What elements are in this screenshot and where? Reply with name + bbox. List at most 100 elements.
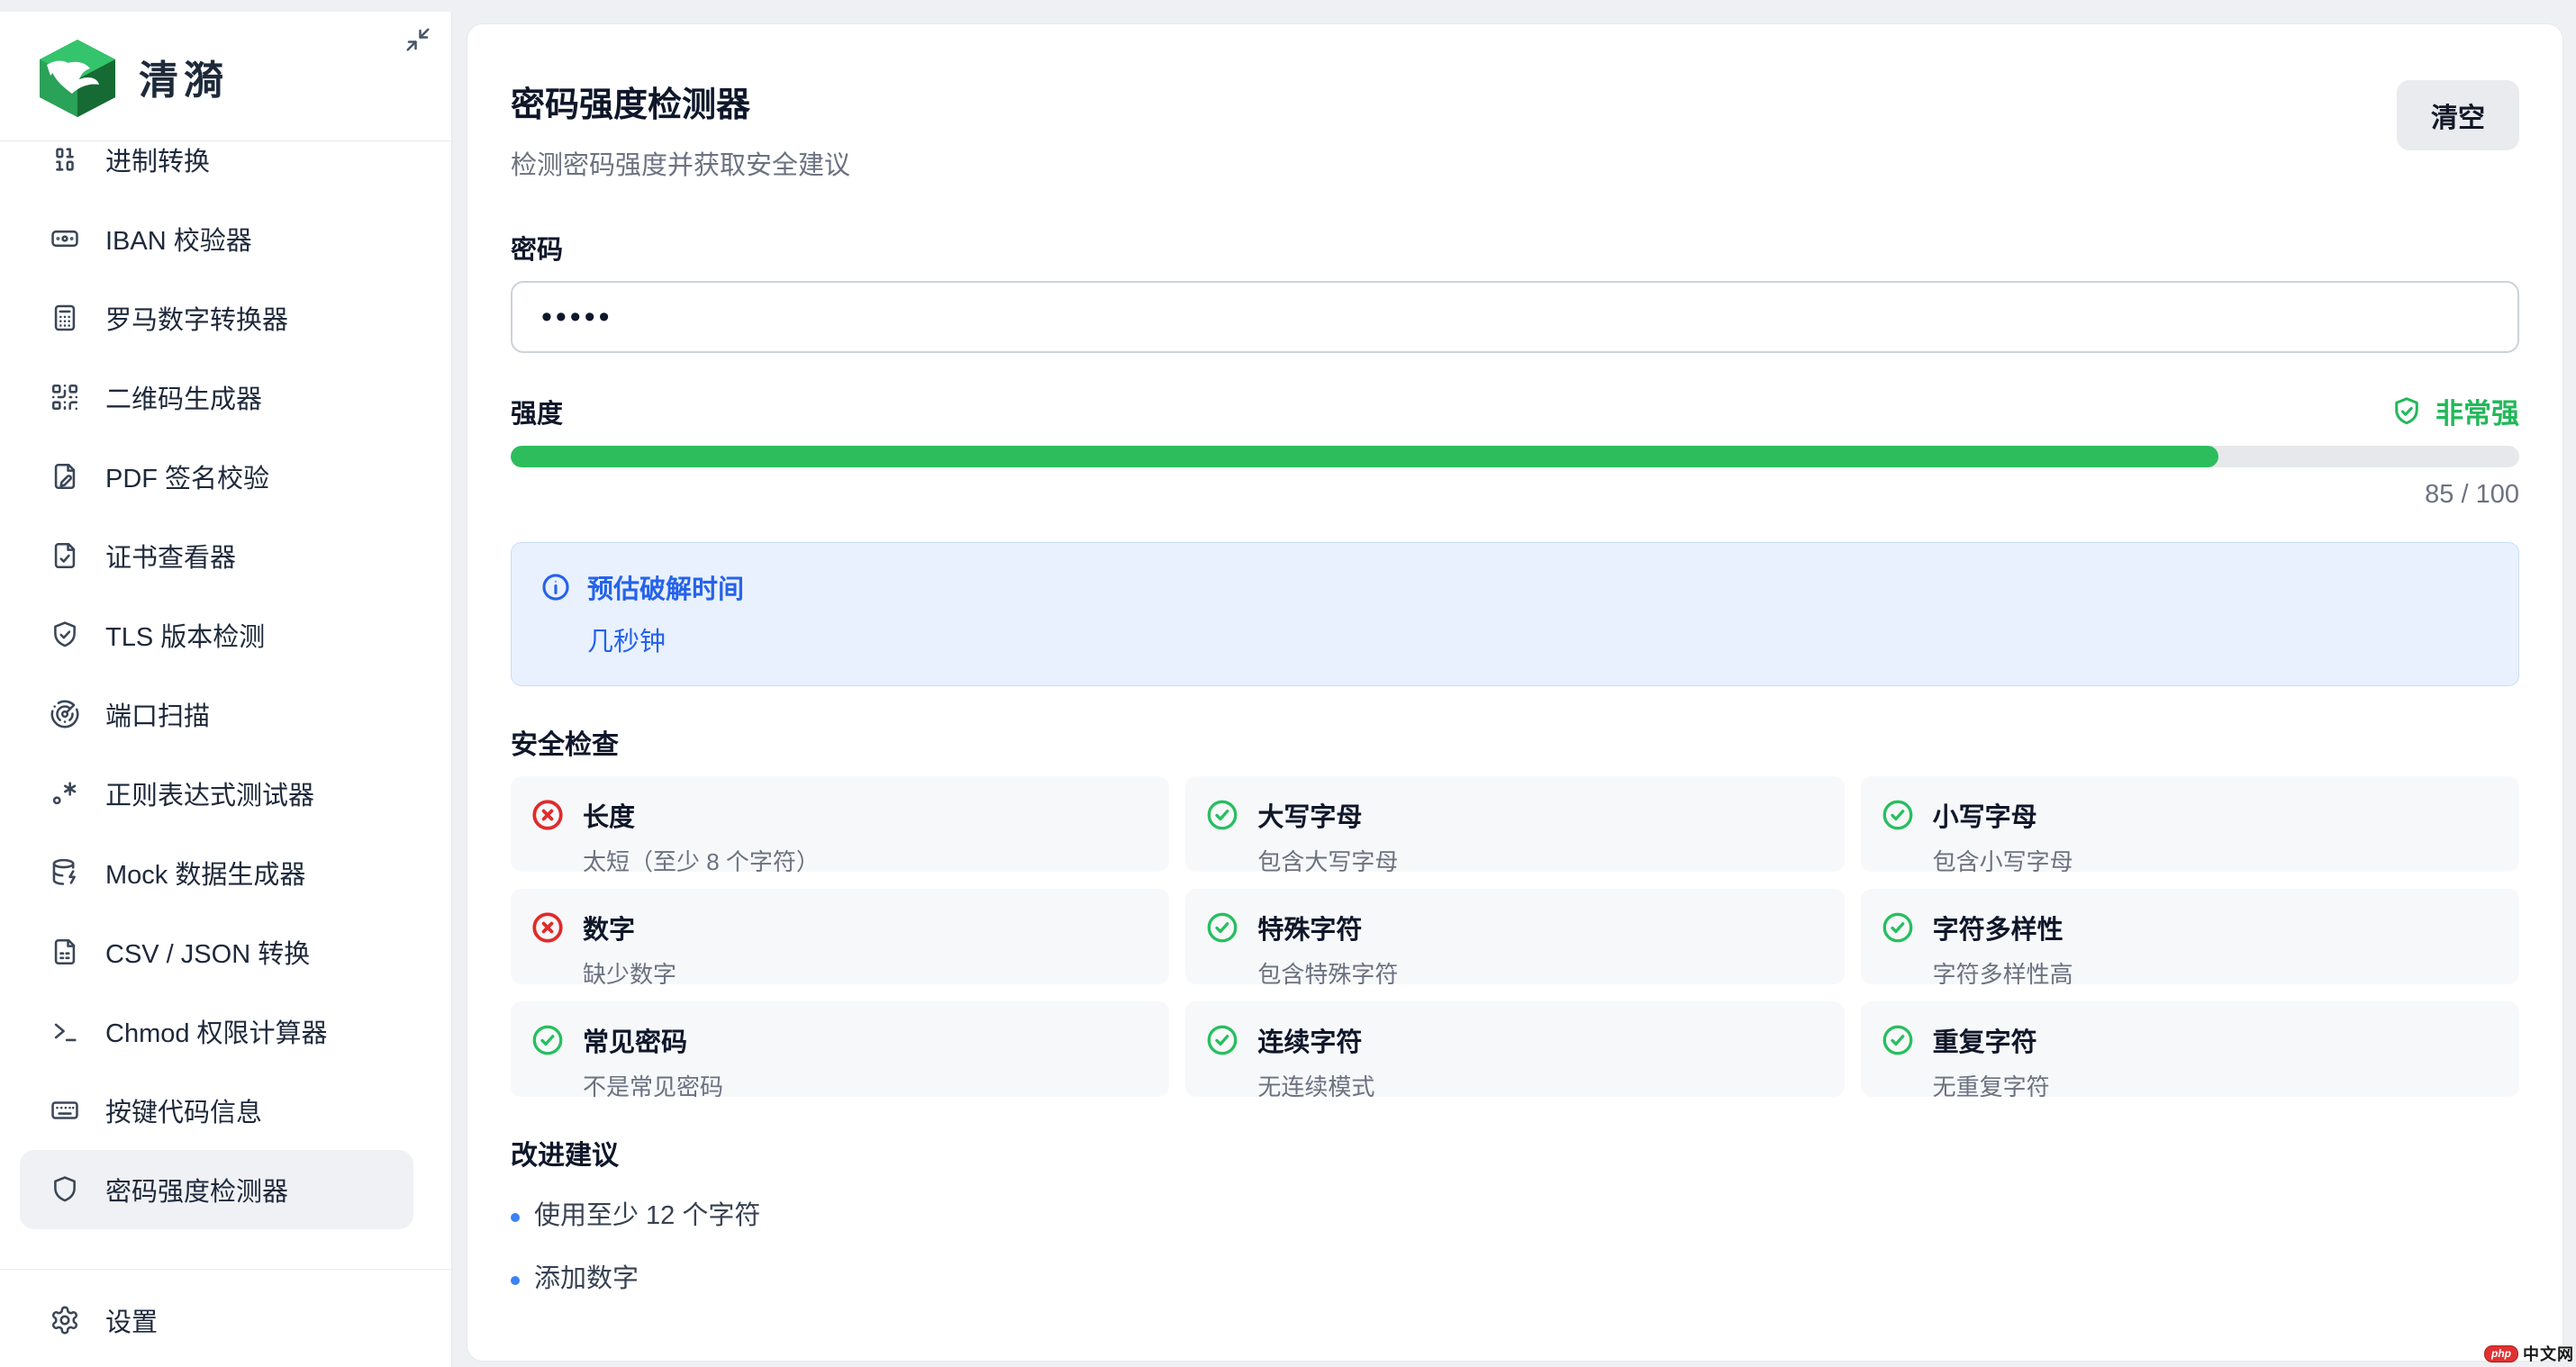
sidebar-item-settings[interactable]: 设置 (20, 1281, 413, 1360)
sidebar-item-label: 密码强度检测器 (105, 1171, 288, 1209)
crack-time-title: 预估破解时间 (587, 568, 744, 606)
check-desc: 无重复字符 (1933, 1069, 2050, 1102)
strength-progress-track (511, 446, 2519, 467)
check-desc: 太短（至少 8 个字符） (583, 844, 820, 877)
sidebar-item[interactable]: 端口扫描 (20, 674, 413, 754)
check-card: 大写字母包含大写字母 (1185, 776, 1844, 872)
binary-icon (50, 144, 80, 175)
check-card: 数字缺少数字 (511, 889, 1169, 984)
sidebar-item[interactable]: 进制转换 (20, 141, 413, 199)
check-title: 长度 (583, 796, 820, 834)
app-window: 清漪 进制转换 IBAN 校验器罗马数字转换器二维码生成器 PDF 签名校验证书查看… (0, 0, 2576, 1367)
strength-label: 强度 (511, 393, 563, 430)
tool-card: 密码强度检测器 检测密码强度并获取安全建议 清空 密码 强度 非常强 (467, 23, 2563, 1362)
check-card: 字符多样性字符多样性高 (1861, 889, 2519, 984)
suggestion-item: 使用至少 12 个字符 (511, 1194, 2519, 1232)
shield-check-icon (50, 620, 80, 650)
page-title: 密码强度检测器 (511, 77, 850, 126)
watermark[interactable]: php 中文网 (2484, 1342, 2574, 1365)
sidebar-item[interactable]: 按键代码信息 (20, 1071, 413, 1150)
sidebar: 清漪 进制转换 IBAN 校验器罗马数字转换器二维码生成器 PDF 签名校验证书查看… (0, 12, 452, 1367)
sidebar-item[interactable]: 罗马数字转换器 (20, 278, 413, 358)
sidebar-item-label: Mock 数据生成器 (105, 854, 305, 892)
sidebar-item-label: TLS 版本检测 (105, 616, 265, 654)
checks-section-title: 安全检查 (511, 722, 2519, 762)
check-title: 重复字符 (1933, 1021, 2050, 1059)
circle-check-icon (1205, 798, 1239, 832)
qr-code-icon (50, 382, 80, 412)
shield-icon (50, 1174, 80, 1205)
check-card: 长度太短（至少 8 个字符） (511, 776, 1169, 872)
sidebar-item-label: Chmod 权限计算器 (105, 1012, 328, 1050)
circle-x-icon (531, 798, 565, 832)
clear-button[interactable]: 清空 (2397, 80, 2519, 150)
sidebar-item-label: 按键代码信息 (105, 1091, 262, 1129)
check-desc: 包含小写字母 (1933, 844, 2073, 877)
check-desc: 不是常见密码 (583, 1069, 723, 1102)
strength-row: 强度 非常强 (511, 391, 2519, 431)
calculator-icon (50, 303, 80, 333)
app-logo (34, 34, 121, 121)
circle-check-icon (1205, 1023, 1239, 1057)
password-input[interactable] (511, 281, 2519, 353)
check-card: 小写字母包含小写字母 (1861, 776, 2519, 872)
sidebar-item[interactable]: Mock 数据生成器 (20, 833, 413, 912)
sidebar-item[interactable]: 证书查看器 (20, 516, 413, 595)
sidebar-item[interactable]: 二维码生成器 (20, 358, 413, 437)
sidebar-item[interactable]: CSV / JSON 转换 (20, 912, 413, 991)
check-card: 常见密码不是常见密码 (511, 1001, 1169, 1097)
card-icon (50, 223, 80, 254)
sidebar-item-label: CSV / JSON 转换 (105, 933, 310, 971)
card-header: 密码强度检测器 检测密码强度并获取安全建议 清空 (511, 77, 2519, 182)
checks-grid: 长度太短（至少 8 个字符）大写字母包含大写字母小写字母包含小写字母数字缺少数字… (511, 776, 2519, 1097)
suggestion-item: 添加数字 (511, 1257, 2519, 1295)
password-label: 密码 (511, 229, 2519, 267)
circle-x-icon (531, 910, 565, 945)
keyboard-icon (50, 1095, 80, 1126)
file-check-icon (50, 540, 80, 571)
radar-icon (50, 699, 80, 729)
app-name: 清漪 (139, 48, 229, 105)
page-subtitle: 检测密码强度并获取安全建议 (511, 144, 850, 182)
sidebar-item-label: 二维码生成器 (105, 378, 262, 416)
check-desc: 无连续模式 (1257, 1069, 1374, 1102)
suggestions-section-title: 改进建议 (511, 1133, 2519, 1172)
file-signature-icon (50, 461, 80, 492)
suggestion-list: 使用至少 12 个字符添加数字 (511, 1194, 2519, 1295)
check-desc: 包含大写字母 (1257, 844, 1398, 877)
check-title: 常见密码 (583, 1021, 723, 1059)
file-spreadsheet-icon (50, 937, 80, 967)
circle-check-icon (1881, 798, 1915, 832)
sidebar-item-label: IBAN 校验器 (105, 220, 252, 258)
suggestion-text: 添加数字 (534, 1257, 639, 1295)
check-desc: 字符多样性高 (1933, 956, 2073, 990)
strength-level-badge: 非常强 (2390, 391, 2519, 431)
check-desc: 包含特殊字符 (1257, 956, 1398, 990)
strength-progress-fill (511, 446, 2218, 467)
crack-time-value: 几秒钟 (587, 620, 2490, 658)
sidebar-footer: 设置 (0, 1269, 451, 1367)
watermark-site: 中文网 (2523, 1342, 2574, 1365)
regex-icon (50, 778, 80, 809)
sidebar-item[interactable]: TLS 版本检测 (20, 595, 413, 674)
crack-time-box: 预估破解时间 几秒钟 (511, 542, 2519, 686)
check-title: 数字 (583, 909, 676, 946)
strength-score: 85 / 100 (511, 480, 2519, 510)
terminal-icon (50, 1016, 80, 1046)
sidebar-item-label: 设置 (105, 1301, 158, 1339)
sidebar-item[interactable]: 正则表达式测试器 (20, 754, 413, 833)
strength-level-text: 非常强 (2435, 391, 2519, 431)
gear-icon (50, 1305, 80, 1335)
sidebar-item[interactable]: Chmod 权限计算器 (20, 991, 413, 1071)
sidebar-item[interactable]: 密码强度检测器 (20, 1150, 413, 1229)
check-desc: 缺少数字 (583, 956, 676, 990)
check-title: 连续字符 (1257, 1021, 1374, 1059)
suggestion-text: 使用至少 12 个字符 (534, 1194, 760, 1232)
sidebar-header: 清漪 (0, 12, 451, 141)
sidebar-item[interactable]: IBAN 校验器 (20, 199, 413, 278)
sidebar-nav: 进制转换 IBAN 校验器罗马数字转换器二维码生成器 PDF 签名校验证书查看器 TL… (0, 141, 451, 1269)
collapse-sidebar-icon[interactable] (403, 24, 433, 55)
sidebar-item[interactable]: PDF 签名校验 (20, 437, 413, 516)
php-badge: php (2484, 1345, 2518, 1362)
check-title: 特殊字符 (1257, 909, 1398, 946)
